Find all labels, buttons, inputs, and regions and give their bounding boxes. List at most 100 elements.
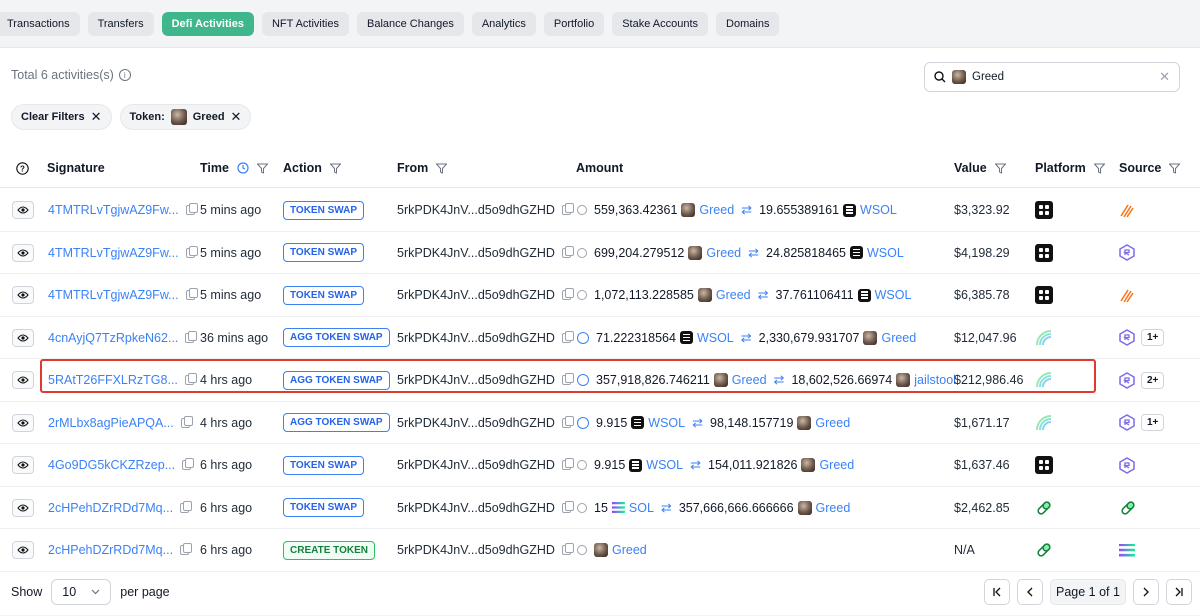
view-details-button[interactable] bbox=[12, 498, 34, 517]
clear-filters-chip[interactable]: Clear Filters ✕ bbox=[11, 104, 112, 130]
filter-icon[interactable] bbox=[994, 163, 1006, 174]
tab-nft-activities[interactable]: NFT Activities bbox=[261, 12, 349, 36]
copy-icon[interactable] bbox=[185, 288, 198, 300]
pill-icon[interactable] bbox=[1035, 541, 1053, 559]
view-details-button[interactable] bbox=[12, 201, 34, 219]
copy-icon[interactable] bbox=[180, 543, 193, 555]
filter-icon[interactable] bbox=[1093, 163, 1105, 174]
rainbow-arc-icon[interactable] bbox=[1035, 414, 1053, 432]
info-icon[interactable]: i bbox=[118, 69, 131, 81]
raydium-icon[interactable] bbox=[1119, 371, 1135, 389]
from-address-link[interactable]: 5rkPDK4JnV...d5o9dhGZHD bbox=[397, 288, 555, 302]
black-grid-icon[interactable] bbox=[1035, 456, 1053, 474]
token-out-link[interactable]: WSOL bbox=[875, 288, 912, 302]
from-address-link[interactable]: 5rkPDK4JnV...d5o9dhGZHD bbox=[397, 203, 555, 217]
tab-transfers[interactable]: Transfers bbox=[87, 12, 154, 36]
solana-icon[interactable] bbox=[1119, 543, 1135, 557]
view-details-button[interactable] bbox=[12, 413, 34, 432]
from-address-link[interactable]: 5rkPDK4JnV...d5o9dhGZHD bbox=[397, 416, 555, 430]
copy-icon[interactable] bbox=[561, 500, 574, 513]
filter-icon[interactable] bbox=[329, 163, 341, 174]
copy-icon[interactable] bbox=[182, 458, 195, 470]
token-in-link[interactable]: Greed bbox=[612, 543, 647, 557]
copy-icon[interactable] bbox=[561, 245, 574, 258]
signature-link[interactable]: 4TMTRLvTgjwAZ9Fw... bbox=[48, 246, 179, 260]
copy-icon[interactable] bbox=[185, 245, 198, 258]
table-row[interactable]: 2cHPehDZrRDd7Mq... 6 hrs ago TOKEN SWAP 5rk… bbox=[0, 487, 1200, 529]
more-sources-badge[interactable]: 2+ bbox=[1141, 371, 1165, 389]
copy-icon[interactable] bbox=[561, 288, 574, 300]
close-icon[interactable]: ✕ bbox=[231, 109, 242, 125]
copy-icon[interactable] bbox=[180, 500, 193, 513]
tab-transactions[interactable]: Transactions bbox=[0, 12, 80, 36]
token-out-link[interactable]: Greed bbox=[819, 458, 854, 472]
raydium-icon[interactable] bbox=[1119, 414, 1135, 431]
clear-search-icon[interactable]: ✕ bbox=[1159, 69, 1170, 85]
token-in-link[interactable]: Greed bbox=[699, 203, 734, 217]
view-details-button[interactable] bbox=[12, 328, 34, 347]
view-details-button[interactable] bbox=[12, 541, 34, 559]
from-address-link[interactable]: 5rkPDK4JnV...d5o9dhGZHD bbox=[397, 543, 555, 557]
raydium-icon[interactable] bbox=[1119, 244, 1135, 261]
from-address-link[interactable]: 5rkPDK4JnV...d5o9dhGZHD bbox=[397, 246, 555, 260]
view-details-button[interactable] bbox=[12, 456, 34, 474]
copy-icon[interactable] bbox=[561, 543, 574, 555]
filter-icon[interactable] bbox=[256, 163, 268, 174]
from-address-link[interactable]: 5rkPDK4JnV...d5o9dhGZHD bbox=[397, 501, 555, 515]
orange-stripes-icon[interactable] bbox=[1119, 202, 1135, 218]
filter-icon[interactable] bbox=[1169, 163, 1181, 174]
rainbow-arc-icon[interactable] bbox=[1035, 329, 1053, 347]
orange-stripes-icon[interactable] bbox=[1119, 287, 1135, 303]
tab-domains[interactable]: Domains bbox=[716, 12, 780, 36]
clock-icon[interactable] bbox=[237, 162, 249, 174]
signature-link[interactable]: 4TMTRLvTgjwAZ9Fw... bbox=[48, 288, 179, 302]
page-size-select[interactable]: 10 bbox=[51, 579, 112, 605]
tab-defi-activities[interactable]: Defi Activities bbox=[161, 12, 254, 36]
copy-icon[interactable] bbox=[180, 415, 193, 428]
token-in-link[interactable]: WSOL bbox=[648, 416, 685, 430]
token-in-link[interactable]: Greed bbox=[706, 246, 741, 260]
token-out-link[interactable]: WSOL bbox=[860, 203, 897, 217]
close-icon[interactable]: ✕ bbox=[91, 109, 102, 125]
help-icon[interactable]: ? bbox=[16, 148, 29, 188]
token-filter-chip[interactable]: Token: Greed ✕ bbox=[119, 104, 252, 130]
copy-icon[interactable] bbox=[561, 330, 574, 343]
raydium-icon[interactable] bbox=[1119, 329, 1135, 346]
view-details-button[interactable] bbox=[12, 243, 34, 262]
more-sources-badge[interactable]: 1+ bbox=[1141, 414, 1165, 431]
copy-icon[interactable] bbox=[185, 203, 198, 215]
token-in-link[interactable]: SOL bbox=[629, 501, 654, 515]
view-details-button[interactable] bbox=[12, 286, 34, 304]
tab-portfolio[interactable]: Portfolio bbox=[543, 12, 605, 36]
signature-link[interactable]: 4cnAyjQ7TzRpkeN62... bbox=[48, 331, 178, 345]
copy-icon[interactable] bbox=[561, 203, 574, 215]
token-out-link[interactable]: Greed bbox=[881, 331, 916, 345]
tab-analytics[interactable]: Analytics bbox=[471, 12, 536, 36]
table-row[interactable]: 2rMLbx8agPieAPQA... 4 hrs ago AGG TOKEN SW… bbox=[0, 402, 1200, 444]
black-grid-icon[interactable] bbox=[1035, 201, 1053, 219]
from-address-link[interactable]: 5rkPDK4JnV...d5o9dhGZHD bbox=[397, 458, 555, 472]
table-row[interactable]: 4TMTRLvTgjwAZ9Fw... 5 mins ago TOKEN SWAP 5… bbox=[0, 274, 1200, 317]
from-address-link[interactable]: 5rkPDK4JnV...d5o9dhGZHD bbox=[397, 331, 555, 345]
first-page-button[interactable] bbox=[984, 579, 1010, 605]
table-row[interactable]: 4TMTRLvTgjwAZ9Fw... 5 mins ago TOKEN SWAP 5… bbox=[0, 232, 1200, 274]
black-grid-icon[interactable] bbox=[1035, 243, 1053, 262]
token-in-link[interactable]: WSOL bbox=[646, 458, 683, 472]
more-sources-badge[interactable]: 1+ bbox=[1141, 329, 1165, 346]
table-row[interactable]: 2cHPehDZrRDd7Mq... 6 hrs ago CREATE TOKEN 5… bbox=[0, 529, 1200, 572]
last-page-button[interactable] bbox=[1165, 579, 1192, 605]
signature-link[interactable]: 2rMLbx8agPieAPQA... bbox=[48, 416, 174, 430]
pill-icon[interactable] bbox=[1035, 499, 1053, 517]
next-page-button[interactable] bbox=[1132, 579, 1159, 605]
signature-link[interactable]: 4Go9DG5kCKZRzep... bbox=[48, 458, 175, 472]
prev-page-button[interactable] bbox=[1017, 579, 1043, 605]
copy-icon[interactable] bbox=[185, 330, 198, 343]
token-out-link[interactable]: Greed bbox=[816, 501, 851, 515]
table-row[interactable]: 4Go9DG5kCKZRzep... 6 hrs ago TOKEN SWAP 5rk… bbox=[0, 444, 1200, 487]
filter-icon[interactable] bbox=[436, 163, 448, 174]
token-in-link[interactable]: Greed bbox=[716, 288, 751, 302]
pill-icon[interactable] bbox=[1119, 499, 1137, 517]
black-grid-icon[interactable] bbox=[1035, 286, 1053, 304]
copy-icon[interactable] bbox=[561, 415, 574, 428]
token-in-link[interactable]: WSOL bbox=[697, 331, 734, 345]
